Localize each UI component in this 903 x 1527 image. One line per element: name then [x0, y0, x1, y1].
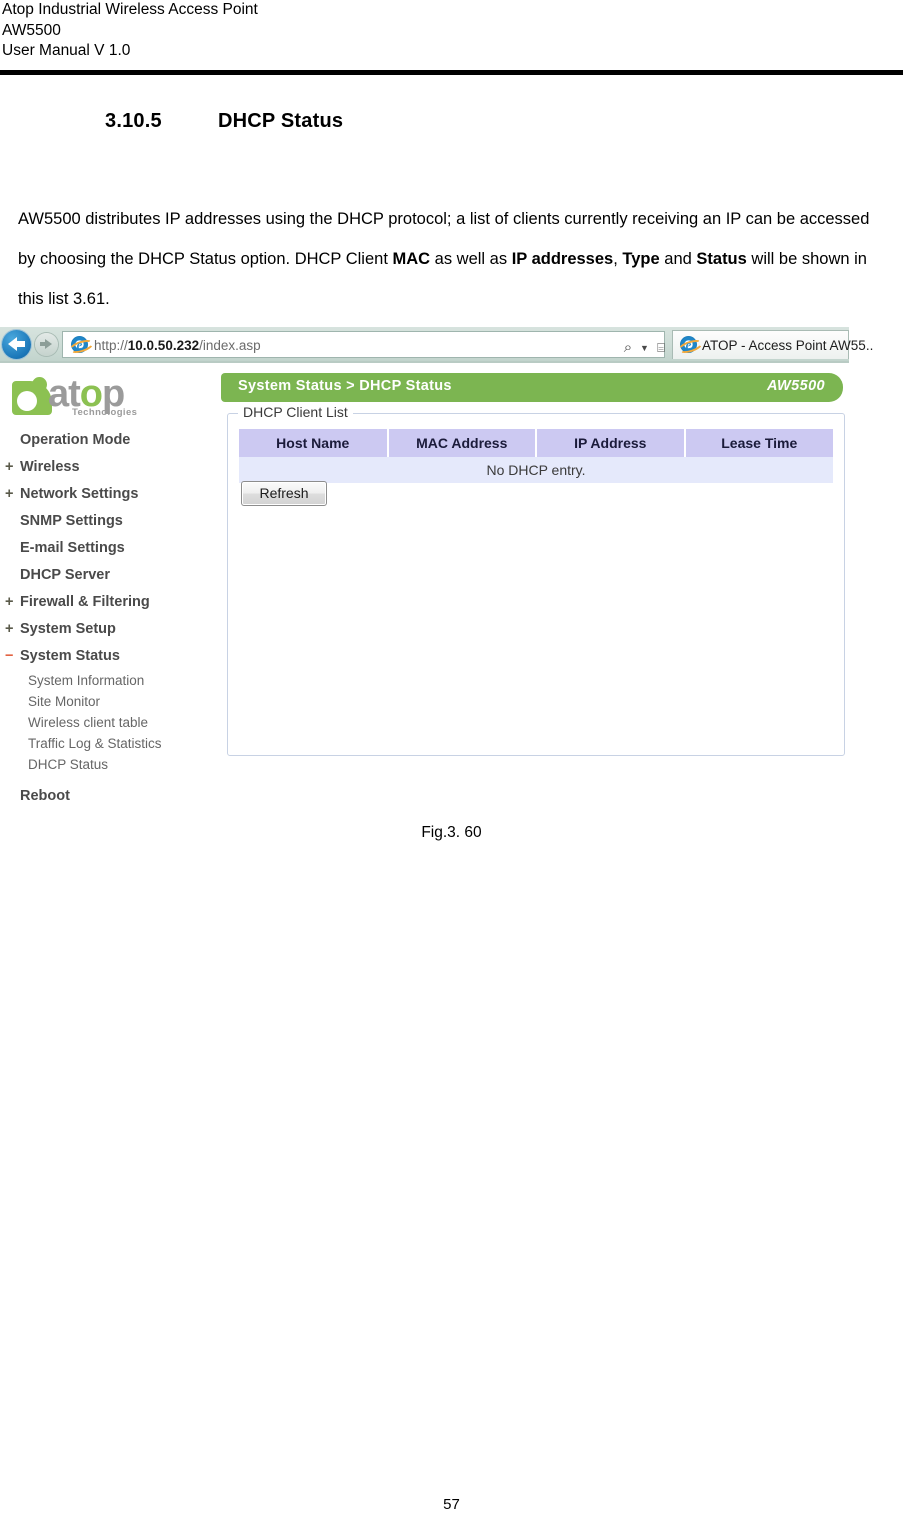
- atop-logo: atop Technologies: [12, 374, 162, 420]
- paragraph-bold-ip-addresses: IP addresses: [511, 249, 614, 268]
- logo-inner-circle: [17, 391, 37, 411]
- table-header-row: Host Name MAC Address IP Address Lease T…: [239, 429, 833, 457]
- collapse-minus-icon[interactable]: −: [5, 643, 13, 670]
- figure-caption: Fig.3. 60: [421, 824, 482, 841]
- header-line-1: Atop Industrial Wireless Access Point: [2, 1, 258, 18]
- sidebar-item-wireless-client-table[interactable]: Wireless client table: [0, 712, 210, 733]
- sidebar-item-label: Reboot: [20, 788, 70, 804]
- dhcp-client-list-panel: DHCP Client List Host Name MAC Address I…: [227, 404, 845, 756]
- url-path: /index.asp: [199, 338, 261, 353]
- back-arrow-stem: [16, 341, 25, 347]
- ie-logo-icon: e: [676, 336, 705, 356]
- sidebar-item-snmp-settings[interactable]: SNMP Settings: [0, 508, 210, 535]
- sidebar-item-dhcp-server[interactable]: DHCP Server: [0, 562, 210, 589]
- sidebar-item-dhcp-status[interactable]: DHCP Status: [0, 754, 210, 775]
- paragraph-bold-type: Type: [622, 249, 660, 268]
- sidebar-item-traffic-log-statistics[interactable]: Traffic Log & Statistics: [0, 733, 210, 754]
- browser-screenshot: e http://10.0.50.232/index.asp ⌕▼⌸↻✕ e A…: [0, 327, 873, 817]
- url-host: 10.0.50.232: [127, 338, 200, 353]
- sidebar-item-label: Wireless: [20, 459, 80, 475]
- sidebar-item-label: Operation Mode: [20, 432, 131, 448]
- header-line-2: AW5500: [2, 21, 61, 39]
- paragraph-bold-status: Status: [696, 249, 747, 268]
- column-header-host-name: Host Name: [239, 429, 389, 457]
- sidebar-item-system-setup[interactable]: + System Setup: [0, 616, 210, 643]
- document-running-header: Atop Industrial Wireless Access Point AW…: [0, 0, 903, 62]
- section-title: DHCP Status: [218, 110, 344, 132]
- search-icon[interactable]: ⌕: [618, 337, 638, 359]
- sidebar-item-wireless[interactable]: + Wireless: [0, 454, 210, 481]
- sidebar-item-label: System Setup: [20, 621, 116, 637]
- sidebar-item-system-status[interactable]: − System Status: [0, 643, 210, 670]
- atop-logo-subtitle: Technologies: [72, 407, 138, 418]
- sidebar-item-label: Network Settings: [20, 486, 139, 502]
- expand-plus-icon[interactable]: +: [5, 589, 13, 616]
- address-bar-url: http://10.0.50.232/index.asp: [94, 336, 261, 355]
- device-web-ui: atop Technologies Operation Mode + Wirele…: [0, 365, 849, 817]
- expand-plus-icon[interactable]: +: [5, 481, 13, 508]
- header-divider-rule: [0, 70, 903, 75]
- forward-arrow-icon[interactable]: [35, 333, 58, 356]
- device-model-label: AW5500: [766, 378, 825, 394]
- page-title-bar: System Status > DHCP Status AW5500: [221, 373, 843, 402]
- sidebar-item-site-monitor[interactable]: Site Monitor: [0, 691, 210, 712]
- expand-plus-icon[interactable]: +: [5, 616, 13, 643]
- section-number: 3.10.5: [105, 110, 162, 132]
- url-scheme: http://: [94, 338, 128, 353]
- paragraph-bold-mac: MAC: [392, 249, 431, 268]
- header-line-3: User Manual V 1.0: [2, 42, 131, 59]
- sidebar-item-label: Firewall & Filtering: [20, 594, 150, 610]
- browser-tab[interactable]: e ATOP - Access Point AW55..: [672, 330, 873, 359]
- dhcp-client-table: Host Name MAC Address IP Address Lease T…: [239, 429, 833, 483]
- column-header-lease-time: Lease Time: [684, 429, 833, 457]
- ie-logo-letter: e: [685, 337, 692, 352]
- ie-logo-letter: e: [76, 337, 83, 352]
- sidebar-item-label: DHCP Server: [20, 567, 111, 583]
- table-row: No DHCP entry.: [239, 457, 833, 483]
- browser-tab-title: ATOP - Access Point AW55..: [702, 338, 874, 353]
- compatibility-view-icon[interactable]: ⌸: [651, 337, 671, 359]
- sidebar-item-reboot[interactable]: Reboot: [0, 783, 210, 810]
- refresh-button[interactable]: Refresh: [241, 481, 327, 506]
- sidebar-item-network-settings[interactable]: + Network Settings: [0, 481, 210, 508]
- paragraph-part-2: as well as: [430, 249, 512, 268]
- expand-plus-icon[interactable]: +: [5, 454, 13, 481]
- sidebar-item-email-settings[interactable]: E-mail Settings: [0, 535, 210, 562]
- panel-legend: DHCP Client List: [238, 404, 353, 420]
- sidebar-item-operation-mode[interactable]: Operation Mode: [0, 427, 210, 454]
- back-arrow-icon[interactable]: [2, 330, 31, 359]
- page-number: 57: [443, 1496, 460, 1513]
- address-bar[interactable]: e http://10.0.50.232/index.asp ⌕▼⌸↻✕: [62, 331, 707, 359]
- sidebar-item-label: SNMP Settings: [20, 513, 123, 529]
- paragraph-part-3: ,: [613, 249, 623, 268]
- chevron-down-icon[interactable]: ▼: [638, 337, 651, 359]
- body-paragraph: AW5500 distributes IP addresses using th…: [18, 199, 886, 319]
- paragraph-part-4: and: [659, 249, 697, 268]
- logo-leaf-circle: [32, 377, 47, 392]
- empty-state-message: No DHCP entry.: [239, 457, 833, 483]
- browser-chrome: e http://10.0.50.232/index.asp ⌕▼⌸↻✕ e A…: [0, 327, 873, 363]
- sidebar-navigation: Operation Mode + Wireless + Network Settin…: [0, 427, 210, 810]
- breadcrumb: System Status > DHCP Status: [238, 378, 452, 394]
- sidebar-item-label: E-mail Settings: [20, 540, 125, 556]
- section-heading: 3.10.5 DHCP Status: [105, 110, 343, 133]
- sidebar-item-system-information[interactable]: System Information: [0, 670, 210, 691]
- forward-arrow-stem: [40, 342, 47, 346]
- sidebar-item-label: System Status: [20, 648, 120, 664]
- column-header-ip-address: IP Address: [536, 429, 686, 457]
- ie-logo-icon: e: [67, 336, 96, 356]
- column-header-mac-address: MAC Address: [387, 429, 537, 457]
- sidebar-item-firewall-filtering[interactable]: + Firewall & Filtering: [0, 589, 210, 616]
